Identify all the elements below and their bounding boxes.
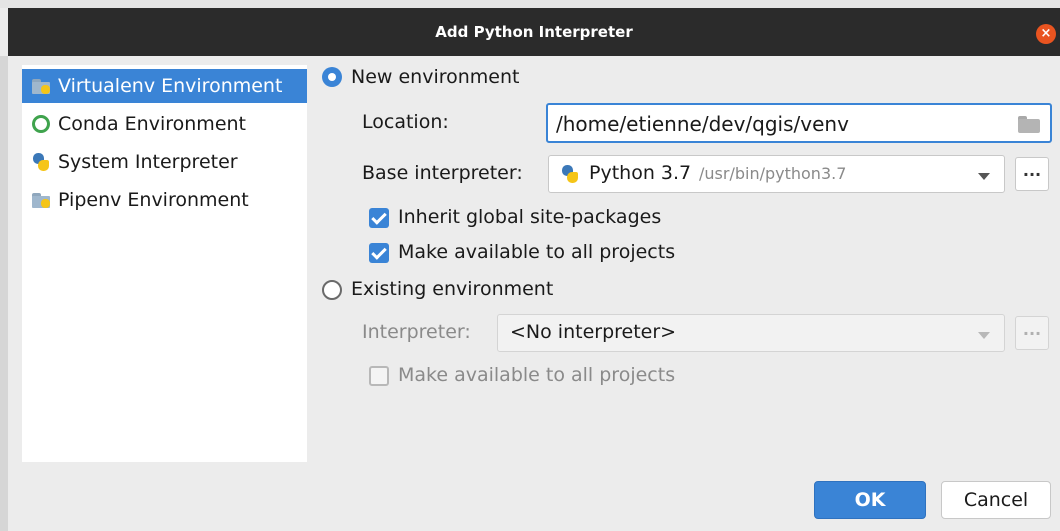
chevron-down-icon bbox=[978, 332, 990, 339]
base-interpreter-path: /usr/bin/python3.7 bbox=[699, 164, 847, 183]
environment-type-list: Virtualenv Environment Conda Environment… bbox=[22, 65, 307, 462]
inherit-site-packages-checkbox[interactable] bbox=[369, 208, 389, 228]
sidebar-item-label: System Interpreter bbox=[58, 151, 238, 173]
close-icon: × bbox=[1040, 26, 1052, 41]
ok-button[interactable]: OK bbox=[814, 481, 926, 519]
window-title: Add Python Interpreter bbox=[435, 23, 633, 41]
pipenv-icon bbox=[30, 189, 52, 211]
sidebar-item-label: Pipenv Environment bbox=[58, 189, 249, 211]
base-interpreter-label: Base interpreter: bbox=[362, 162, 523, 184]
inherit-site-packages-label: Inherit global site-packages bbox=[398, 206, 662, 228]
close-button[interactable]: × bbox=[1036, 24, 1056, 44]
folder-icon[interactable] bbox=[1018, 116, 1040, 134]
background-strip bbox=[0, 0, 1060, 8]
chevron-down-icon bbox=[978, 173, 990, 180]
virtualenv-icon bbox=[30, 75, 52, 97]
make-available-label: Make available to all projects bbox=[398, 241, 676, 263]
background-edge bbox=[0, 56, 8, 531]
python-icon bbox=[559, 163, 581, 185]
new-environment-label: New environment bbox=[351, 66, 520, 88]
base-interpreter-browse-button[interactable]: ... bbox=[1015, 157, 1049, 191]
dialog-body: Virtualenv Environment Conda Environment… bbox=[8, 56, 1060, 531]
location-field[interactable] bbox=[546, 103, 1052, 143]
existing-make-available-checkbox[interactable] bbox=[369, 366, 389, 386]
location-input[interactable] bbox=[556, 109, 996, 139]
sidebar-item-conda[interactable]: Conda Environment bbox=[22, 107, 307, 141]
python-icon bbox=[30, 151, 52, 173]
location-label: Location: bbox=[362, 111, 449, 133]
conda-icon bbox=[32, 115, 50, 133]
title-bar: Add Python Interpreter × bbox=[8, 8, 1060, 56]
base-interpreter-name: Python 3.7 bbox=[589, 162, 692, 184]
sidebar-item-label: Virtualenv Environment bbox=[58, 75, 283, 97]
existing-environment-label: Existing environment bbox=[351, 278, 554, 300]
sidebar-item-pipenv[interactable]: Pipenv Environment bbox=[22, 183, 307, 217]
base-interpreter-select[interactable]: Python 3.7 /usr/bin/python3.7 bbox=[548, 155, 1005, 193]
cancel-button[interactable]: Cancel bbox=[941, 481, 1051, 519]
sidebar-item-label: Conda Environment bbox=[58, 113, 246, 135]
interpreter-label: Interpreter: bbox=[362, 321, 471, 343]
make-available-checkbox[interactable] bbox=[369, 243, 389, 263]
sidebar-item-virtualenv[interactable]: Virtualenv Environment bbox=[22, 69, 307, 103]
sidebar-item-system[interactable]: System Interpreter bbox=[22, 145, 307, 179]
existing-make-available-label: Make available to all projects bbox=[398, 364, 676, 386]
new-environment-radio[interactable] bbox=[322, 67, 342, 87]
existing-environment-radio[interactable] bbox=[322, 280, 342, 300]
interpreter-select[interactable]: <No interpreter> bbox=[497, 314, 1005, 352]
interpreter-value: <No interpreter> bbox=[510, 321, 677, 343]
interpreter-browse-button[interactable]: ... bbox=[1015, 316, 1049, 350]
